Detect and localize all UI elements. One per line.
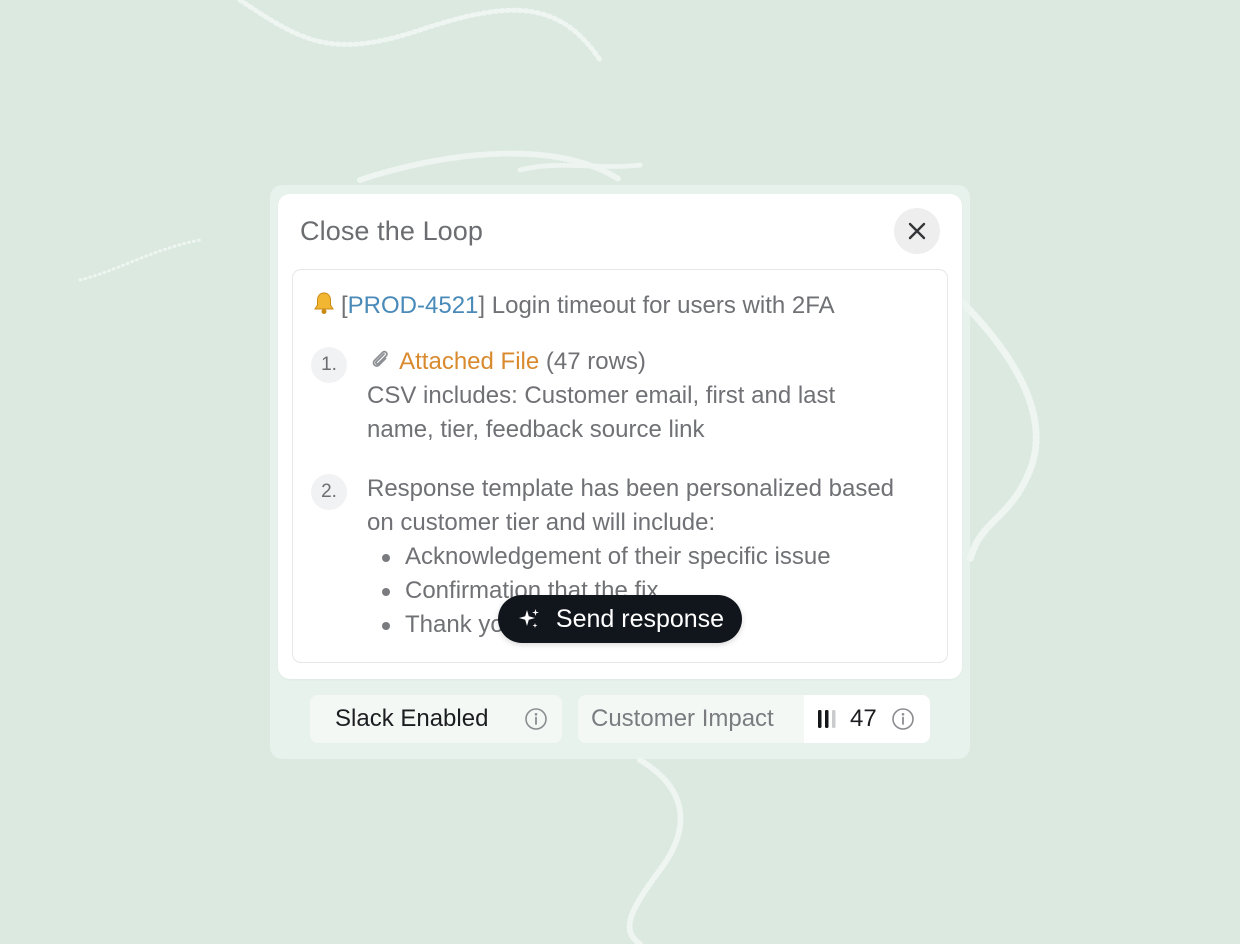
dialog-title: Close the Loop xyxy=(300,216,484,246)
sparkle-icon xyxy=(516,606,542,632)
list-item: Acknowledgement of their specific issue xyxy=(382,540,907,574)
ticket-id-link[interactable]: PROD-4521 xyxy=(348,292,479,320)
step-number: 2. xyxy=(311,474,347,510)
attachment-description: CSV includes: Customer email, first and … xyxy=(367,382,836,443)
impact-count: 47 xyxy=(850,705,877,732)
slack-enabled-chip[interactable]: Slack Enabled xyxy=(310,695,562,743)
ticket-line: [PROD-4521] Login timeout for users with… xyxy=(311,290,835,322)
step-body: Attached File (47 rows) CSV includes: Cu… xyxy=(367,345,907,447)
attachment-meta: (47 rows) xyxy=(539,348,646,375)
send-response-button[interactable]: Send response xyxy=(498,595,742,643)
attachment-line: Attached File (47 rows) xyxy=(367,345,907,379)
close-icon xyxy=(908,222,926,240)
send-response-label: Send response xyxy=(555,604,725,633)
impact-value-group: 47 xyxy=(804,695,930,743)
bars-icon xyxy=(816,707,840,731)
step-number: 1. xyxy=(311,347,347,383)
attached-file-link[interactable]: Attached File xyxy=(399,348,539,375)
bell-icon xyxy=(311,290,337,322)
customer-impact-chip[interactable]: Customer Impact 47 xyxy=(578,695,930,743)
ticket-summary: Login timeout for users with 2FA xyxy=(485,292,835,319)
paperclip-icon xyxy=(367,349,399,374)
info-icon[interactable] xyxy=(524,707,548,731)
template-description: Response template has been personalized … xyxy=(367,475,895,536)
ticket-bracket-open: [ xyxy=(341,292,348,319)
ticket-bracket-close: ] xyxy=(478,292,486,319)
info-icon[interactable] xyxy=(891,707,915,731)
close-button[interactable] xyxy=(894,208,940,254)
customer-impact-label: Customer Impact xyxy=(591,705,774,732)
slack-enabled-label: Slack Enabled xyxy=(335,705,489,732)
